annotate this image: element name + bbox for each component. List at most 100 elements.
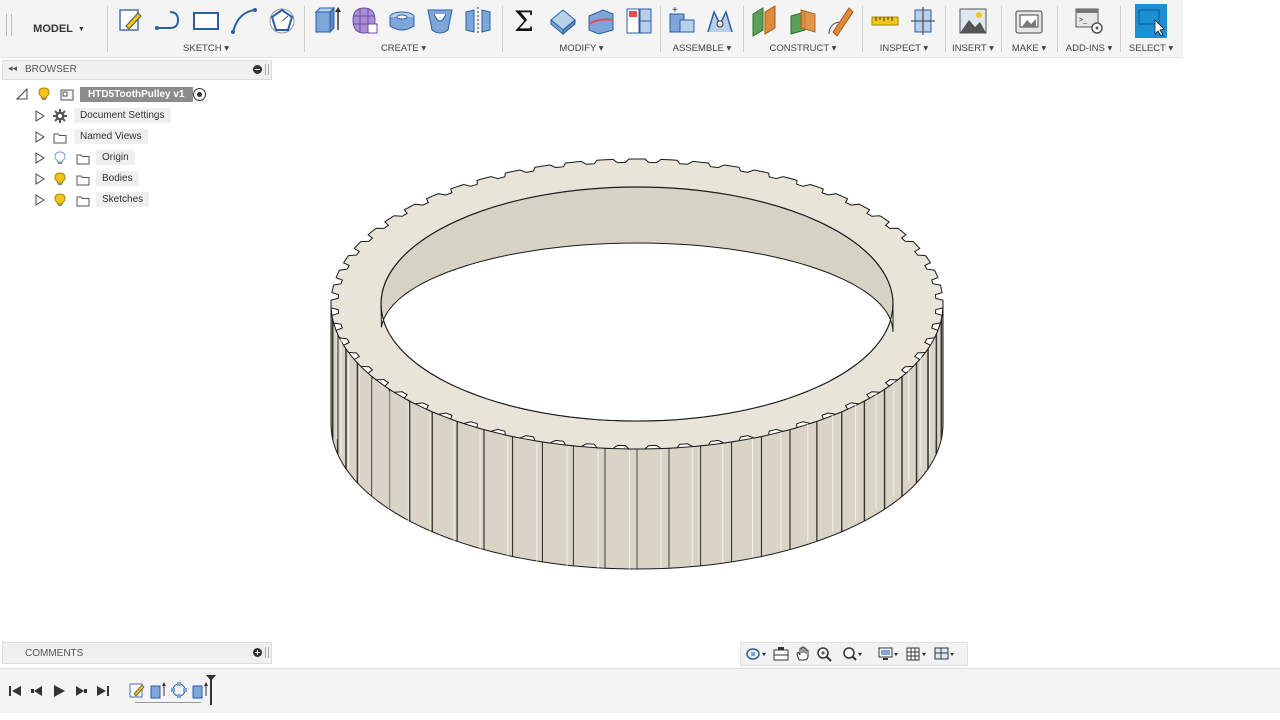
tree-item-named-views[interactable]: Named Views [0,127,270,147]
expand-triangle-icon[interactable] [34,173,46,185]
expand-triangle-icon[interactable] [34,131,46,143]
svg-text:+: + [672,5,678,16]
expand-triangle-icon[interactable] [34,152,46,164]
display-settings-icon[interactable] [877,646,899,662]
tree-item-sketches[interactable]: Sketches [0,190,270,210]
revolve-icon[interactable] [386,4,418,38]
workspace-switcher[interactable]: MODEL ▼ [14,18,104,40]
joint-icon[interactable] [704,4,736,38]
zoom-window-icon[interactable] [841,646,863,662]
3d-print-icon[interactable] [1013,4,1045,38]
mirror-icon[interactable] [462,4,494,38]
timeline-track [135,702,201,703]
tangent-plane-icon[interactable] [825,4,857,38]
expand-triangle-icon[interactable] [34,194,46,206]
visibility-bulb-icon[interactable] [38,87,50,101]
separator [1120,6,1121,52]
parameters-icon[interactable]: Σ [509,4,541,38]
document-name[interactable]: HTD5ToothPulley v1 [80,87,193,102]
fillet-icon[interactable] [585,4,617,38]
polygon-icon[interactable] [266,4,298,38]
select-icon[interactable] [1135,4,1167,38]
separator [862,6,863,52]
play-icon[interactable] [52,684,66,698]
timeline-sketch-icon[interactable] [128,681,146,699]
grid-icon[interactable] [905,646,927,662]
zoom-icon[interactable] [815,646,837,662]
go-to-start-icon[interactable] [8,684,22,698]
add-comment-icon[interactable] [253,648,262,657]
measure-icon[interactable] [869,4,901,38]
plane-at-angle-icon[interactable] [787,4,819,38]
form-icon[interactable] [348,4,380,38]
activate-radio-icon[interactable] [193,88,206,101]
assemble-menu[interactable]: ASSEMBLE ▾ [663,43,741,54]
orbit-icon[interactable] [745,646,767,662]
go-to-end-icon[interactable] [96,684,110,698]
step-forward-icon[interactable] [74,684,88,698]
separator [660,6,661,52]
viewport-canvas[interactable] [270,58,1280,640]
expand-triangle-icon[interactable] [34,110,46,122]
addins-menu[interactable]: ADD-INS ▾ [1060,43,1118,54]
separator [945,6,946,52]
timeline-marker[interactable] [210,677,212,705]
line-icon[interactable] [152,4,184,38]
step-back-icon[interactable] [30,684,44,698]
assemble-group: + ASSEMBLE ▾ [663,0,741,57]
sketch-label: SKETCH [183,43,222,54]
inspect-menu[interactable]: INSPECT ▾ [865,43,943,54]
extrude-icon[interactable] [310,4,342,38]
offset-plane-icon[interactable] [749,4,781,38]
minimize-icon[interactable] [253,65,262,74]
arc-icon[interactable] [228,4,260,38]
viewports-icon[interactable] [933,646,955,662]
make-label: MAKE [1011,43,1039,54]
rectangle-icon[interactable] [190,4,222,38]
insert-menu[interactable]: INSERT ▾ [948,43,998,54]
folder-icon [53,131,67,144]
panel-grip[interactable] [265,647,269,658]
make-menu[interactable]: MAKE ▾ [1004,43,1054,54]
collapse-browser-icon[interactable]: ◂◂ [8,63,17,74]
collapse-triangle-icon[interactable] [16,88,28,100]
construct-group: CONSTRUCT ▾ [746,0,860,57]
comments-title: COMMENTS [25,648,84,659]
visibility-bulb-icon[interactable] [54,172,66,186]
pan-hand-icon[interactable] [793,646,815,662]
timeline-extrude-icon[interactable] [191,681,209,699]
timeline-extrude-icon[interactable] [149,681,167,699]
sketch-group: SKETCH ▾ [110,0,302,57]
select-group: SELECT ▾ [1122,0,1180,57]
tree-root-row[interactable]: HTD5ToothPulley v1 [0,84,270,104]
toolbar-grip[interactable] [6,14,12,36]
separator [107,6,108,52]
inspect-group: INSPECT ▾ [865,0,943,57]
panel-grip[interactable] [265,64,269,75]
chevron-down-icon: ▼ [77,25,85,33]
insert-image-icon[interactable] [957,4,989,38]
tree-item-bodies[interactable]: Bodies [0,169,270,189]
new-component-icon[interactable]: + [666,4,698,38]
press-pull-icon[interactable] [547,4,579,38]
visibility-bulb-icon[interactable] [54,193,66,207]
separator [1001,6,1002,52]
construct-menu[interactable]: CONSTRUCT ▾ [746,43,860,54]
pulley-model[interactable] [270,58,1280,640]
tree-item-origin[interactable]: Origin [0,148,270,168]
create-menu[interactable]: CREATE ▾ [306,43,501,54]
scripts-addins-icon[interactable]: >_ [1073,4,1105,38]
timeline-pattern-icon[interactable] [170,681,188,699]
modify-menu[interactable]: MODIFY ▾ [505,43,658,54]
section-analysis-icon[interactable] [907,4,939,38]
select-menu[interactable]: SELECT ▾ [1122,43,1180,54]
shell-icon[interactable] [623,4,655,38]
folder-icon [76,194,90,207]
create-sketch-icon[interactable] [114,4,146,38]
sweep-icon[interactable] [424,4,456,38]
look-at-icon[interactable] [771,646,793,662]
toolbar: MODEL ▼ SKETCH ▾ CREATE ▾ Σ MODIFY ▾ + A… [0,0,1183,58]
sketch-menu[interactable]: SKETCH ▾ [110,43,302,54]
tree-item-document-settings[interactable]: Document Settings [0,106,270,126]
visibility-bulb-off-icon[interactable] [54,151,66,165]
